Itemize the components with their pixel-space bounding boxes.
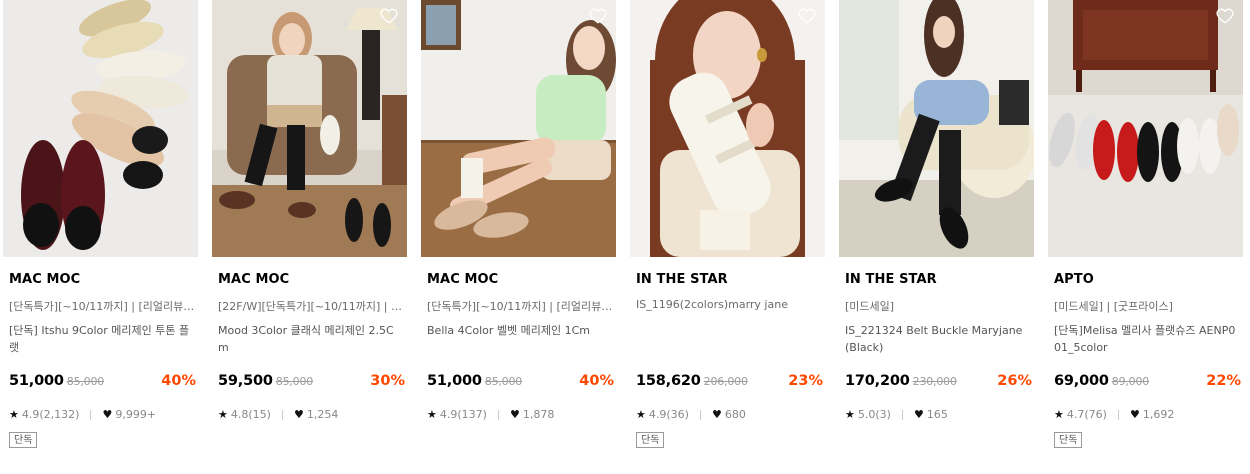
wishlist-heart-icon[interactable] [1215, 6, 1235, 26]
wishlist-heart-icon[interactable] [797, 6, 817, 26]
product-stats: ★ 4.7(76) ♥ 1,692 [1054, 408, 1174, 421]
discount-rate: 30% [370, 373, 405, 389]
stats-divider [699, 409, 701, 420]
sale-price: 170,200 230,000 [845, 373, 957, 389]
star-icon: ★ [1054, 408, 1064, 421]
heart-filled-icon: ♥ [1129, 408, 1140, 421]
rating: 4.9(137) [439, 408, 487, 421]
brand-name[interactable]: IN THE STAR [636, 272, 728, 287]
product-card[interactable]: MAC MOC [22F/W][단독특가][~10/11까지] | [포 Moo… [212, 0, 407, 474]
likes-count: 1,692 [1142, 408, 1175, 421]
product-stats: ★ 4.9(2,132) ♥ 9,999+ [9, 408, 156, 421]
likes-count: 1,254 [306, 408, 339, 421]
sale-price: 51,000 85,000 [427, 373, 523, 389]
rating: 4.9(2,132) [21, 408, 80, 421]
product-grid: MAC MOC [단독특가][~10/11까지] | [리얼리뷰][~ [단독]… [0, 0, 1250, 474]
product-card[interactable]: APTO [미드세일] | [굿프라이스] [단독]Melisa 멜리사 플랫슈… [1048, 0, 1243, 474]
product-card[interactable]: MAC MOC [단독특가][~10/11까지] | [리얼리뷰][~ [단독]… [3, 0, 198, 474]
brand-name[interactable]: MAC MOC [9, 272, 80, 287]
discount-rate: 40% [579, 373, 614, 389]
brand-name[interactable]: APTO [1054, 272, 1094, 287]
likes-count: 9,999+ [115, 408, 157, 421]
product-name[interactable]: IS_221324 Belt Buckle Maryjane(Black) [845, 322, 1031, 356]
product-image[interactable] [1048, 0, 1243, 257]
promo-tags: [미드세일] | [굿프라이스] [1054, 300, 1173, 313]
original-price: 85,000 [275, 375, 314, 388]
promo-tags: [미드세일] [845, 300, 895, 313]
product-image[interactable] [839, 0, 1034, 257]
rating: 4.8(15) [230, 408, 271, 421]
stats-divider [281, 409, 283, 420]
original-price: 230,000 [912, 375, 957, 388]
brand-name[interactable]: IN THE STAR [845, 272, 937, 287]
product-stats: ★ 4.9(137) ♥ 1,878 [427, 408, 554, 421]
product-image[interactable] [212, 0, 407, 257]
heart-filled-icon: ♥ [913, 408, 924, 421]
heart-filled-icon: ♥ [509, 408, 520, 421]
promo-tags: [22F/W][단독특가][~10/11까지] | [포 [218, 300, 404, 313]
sale-price: 158,620 206,000 [636, 373, 748, 389]
rating: 4.9(36) [648, 408, 689, 421]
stats-divider [90, 409, 92, 420]
product-name[interactable]: [단독]Melisa 멜리사 플랫슈즈 AENP001_5color [1054, 322, 1240, 356]
promo-tags: [단독특가][~10/11까지] | [리얼리뷰][~ [9, 300, 195, 313]
stats-divider [497, 409, 499, 420]
product-stats: ★ 4.8(15) ♥ 1,254 [218, 408, 338, 421]
discount-rate: 23% [788, 373, 823, 389]
product-name[interactable]: Bella 4Color 벨벳 메리제인 1Cm [427, 322, 613, 339]
star-icon: ★ [427, 408, 437, 421]
sale-price: 51,000 85,000 [9, 373, 105, 389]
exclusive-badge: 단독 [636, 432, 665, 448]
discount-rate: 26% [997, 373, 1032, 389]
discount-rate: 22% [1206, 373, 1241, 389]
heart-filled-icon: ♥ [102, 408, 113, 421]
original-price: 206,000 [703, 375, 748, 388]
rating: 5.0(3) [857, 408, 891, 421]
star-icon: ★ [845, 408, 855, 421]
product-card[interactable]: IN THE STAR IS_1196(2colors)marry jane 1… [630, 0, 825, 474]
heart-filled-icon: ♥ [711, 408, 722, 421]
product-name[interactable]: Mood 3Color 클래식 메리제인 2.5Cm [218, 322, 404, 356]
star-icon: ★ [9, 408, 19, 421]
likes-count: 165 [926, 408, 948, 421]
heart-filled-icon: ♥ [293, 408, 304, 421]
original-price: 85,000 [484, 375, 523, 388]
stats-divider [1117, 409, 1119, 420]
product-image[interactable] [630, 0, 825, 257]
stats-divider [901, 409, 903, 420]
original-price: 89,000 [1111, 375, 1150, 388]
rating: 4.7(76) [1066, 408, 1107, 421]
wishlist-heart-icon[interactable] [379, 6, 399, 26]
promo-tags: IS_1196(2colors)marry jane [636, 298, 788, 311]
sale-price: 69,000 89,000 [1054, 373, 1150, 389]
sale-price: 59,500 85,000 [218, 373, 314, 389]
product-image[interactable] [421, 0, 616, 257]
product-stats: ★ 5.0(3) ♥ 165 [845, 408, 948, 421]
product-name[interactable]: [단독] Itshu 9Color 메리제인 투톤 플랫 [9, 322, 195, 356]
likes-count: 680 [724, 408, 746, 421]
discount-rate: 40% [161, 373, 196, 389]
product-image[interactable] [3, 0, 198, 257]
wishlist-heart-icon[interactable] [588, 6, 608, 26]
likes-count: 1,878 [522, 408, 555, 421]
brand-name[interactable]: MAC MOC [218, 272, 289, 287]
original-price: 85,000 [66, 375, 105, 388]
star-icon: ★ [636, 408, 646, 421]
wishlist-heart-icon[interactable] [1006, 6, 1026, 26]
wishlist-heart-icon[interactable] [170, 6, 190, 26]
promo-tags: [단독특가][~10/11까지] | [리얼리뷰][~ [427, 300, 613, 313]
product-card[interactable]: IN THE STAR [미드세일] IS_221324 Belt Buckle… [839, 0, 1034, 474]
product-stats: ★ 4.9(36) ♥ 680 [636, 408, 746, 421]
exclusive-badge: 단독 [9, 432, 38, 448]
star-icon: ★ [218, 408, 228, 421]
brand-name[interactable]: MAC MOC [427, 272, 498, 287]
product-card[interactable]: MAC MOC [단독특가][~10/11까지] | [리얼리뷰][~ Bell… [421, 0, 616, 474]
exclusive-badge: 단독 [1054, 432, 1083, 448]
